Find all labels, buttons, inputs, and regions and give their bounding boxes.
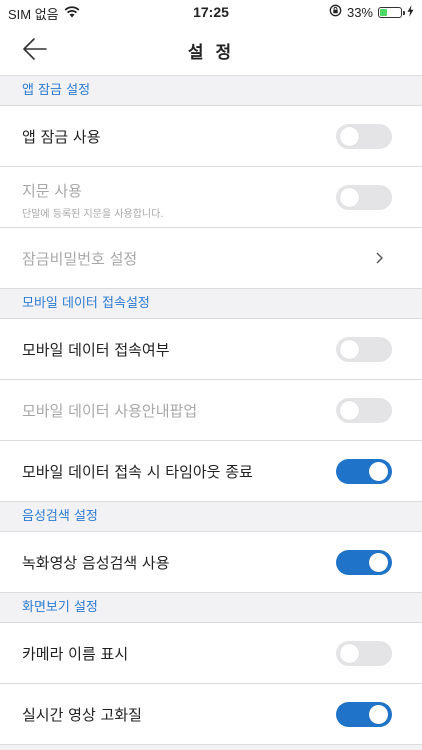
toggle-knob [340,644,359,663]
battery-level [380,8,387,16]
page-title: 설 정 [187,43,235,63]
status-bar: SIM 없음 17:25 33% [0,0,422,24]
toggle-knob [340,127,359,146]
setting-description: 단말에 등록된 지문을 사용합니다. [22,209,164,220]
settings-row: 지문 사용단말에 등록된 지문을 사용합니다. [0,167,422,228]
charging-bolt-icon [407,4,414,20]
settings-row: 모바일 데이터 사용안내팝업 [0,380,422,441]
toggle-switch[interactable] [336,398,392,423]
setting-label: 모바일 데이터 사용안내팝업 [22,402,198,420]
status-right: 33% [329,4,414,20]
settings-list: 앱 잠금 설정앱 잠금 사용지문 사용단말에 등록된 지문을 사용합니다. 잠금비… [0,76,422,745]
toggle-knob [340,188,359,207]
settings-row: 녹화영상 음성검색 사용 [0,532,422,593]
setting-label: 카메라 이름 표시 [22,645,129,663]
toggle-switch[interactable] [336,702,392,727]
toggle-switch[interactable] [336,550,392,575]
settings-row: 앱 잠금 사용 [0,106,422,167]
battery-icon [378,6,405,18]
nav-bar: 설 정 [0,24,422,76]
section-header: 앱 잠금 설정 [0,76,422,106]
orientation-lock-icon [329,4,342,20]
toggle-knob [369,553,388,572]
setting-label: 실시간 영상 고화질 [22,706,142,724]
setting-label: 잠금비밀번호 설정 [22,250,138,268]
toggle-knob [340,401,359,420]
settings-row: 모바일 데이터 접속여부 [0,319,422,380]
toggle-switch[interactable] [336,185,392,210]
section-header: 모바일 데이터 접속설정 [0,289,422,319]
setting-label: 모바일 데이터 접속 시 타임아웃 종료 [22,463,253,481]
setting-label: 지문 사용 [22,182,82,200]
toggle-switch[interactable] [336,124,392,149]
toggle-knob [369,705,388,724]
toggle-switch[interactable] [336,337,392,362]
setting-label: 모바일 데이터 접속여부 [22,341,170,359]
setting-label: 앱 잠금 사용 [22,128,101,146]
settings-row[interactable]: 잠금비밀번호 설정 [0,228,422,289]
battery-percent: 33% [346,4,373,20]
setting-label: 녹화영상 음성검색 사용 [22,554,170,572]
settings-row: 실시간 영상 고화질 [0,684,422,745]
settings-row: 카메라 이름 표시 [0,623,422,684]
chevron-right-icon [376,252,383,264]
toggle-switch[interactable] [336,459,392,484]
toggle-switch[interactable] [336,641,392,666]
section-header: 화면보기 설정 [0,593,422,623]
section-header: 음성검색 설정 [0,502,422,532]
settings-row: 모바일 데이터 접속 시 타임아웃 종료 [0,441,422,502]
toggle-knob [340,340,359,359]
toggle-knob [369,462,388,481]
